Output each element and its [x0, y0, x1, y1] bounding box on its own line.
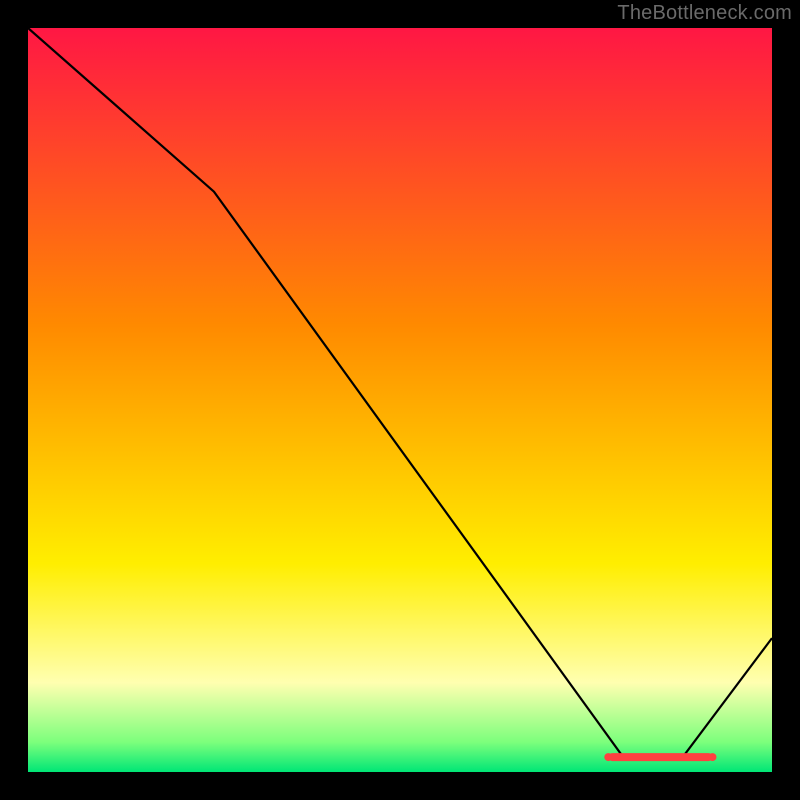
chart-frame: TheBottleneck.com	[0, 0, 800, 800]
flat-marker	[604, 753, 716, 761]
marker-dot-left	[604, 753, 612, 761]
plot-area	[28, 28, 772, 772]
marker-dot-right	[709, 753, 717, 761]
watermark-text: TheBottleneck.com	[617, 2, 792, 25]
chart-svg	[28, 28, 772, 772]
marker-pill	[608, 753, 712, 761]
gradient-background	[28, 28, 772, 772]
